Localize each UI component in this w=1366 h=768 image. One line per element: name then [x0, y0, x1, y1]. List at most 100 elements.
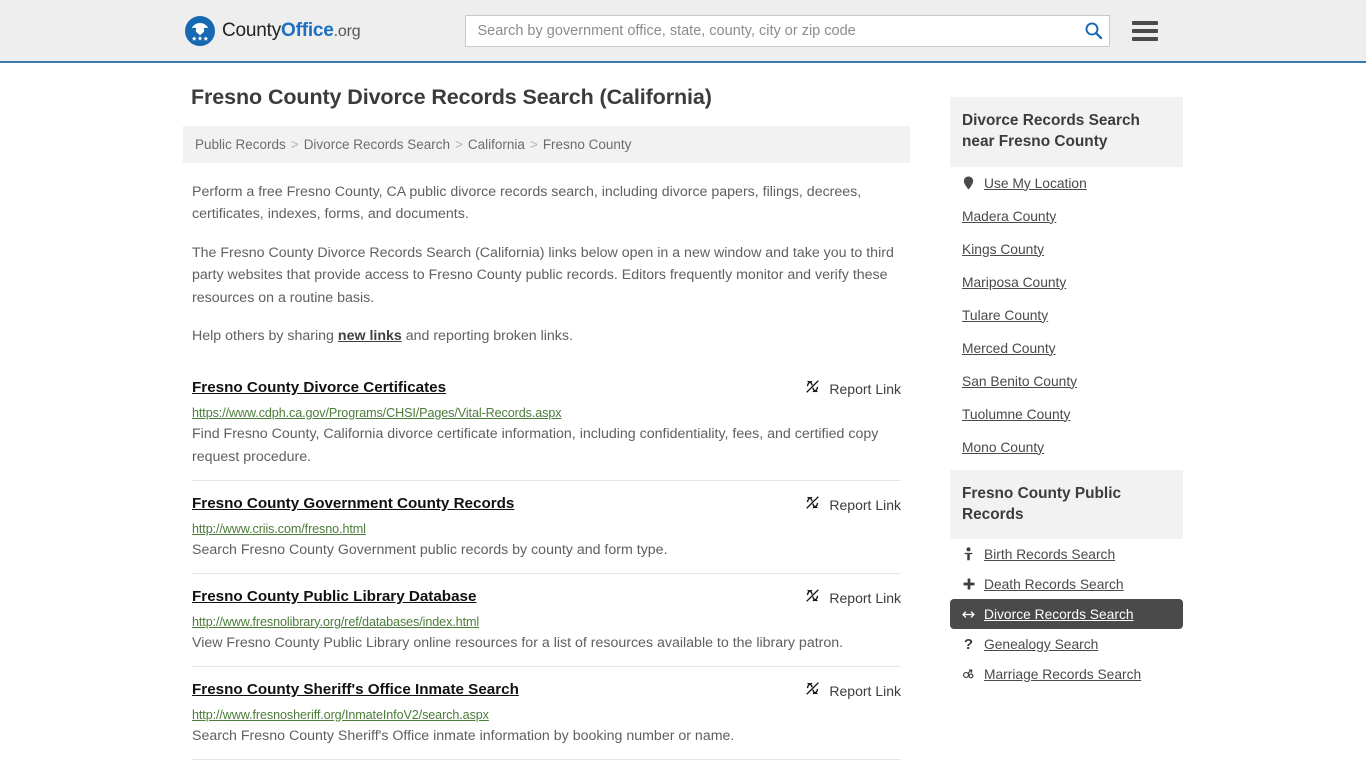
result-url-link[interactable]: http://www.fresnosheriff.org/InmateInfoV…: [192, 708, 901, 722]
cross-icon: [962, 578, 975, 590]
broken-link-icon: [805, 495, 820, 515]
breadcrumb-item-california[interactable]: California: [468, 137, 525, 152]
hamburger-menu-icon[interactable]: [1132, 20, 1159, 41]
left-right-arrow-icon: [962, 609, 975, 620]
breadcrumb-separator: >: [290, 137, 299, 152]
baby-icon: [962, 547, 975, 561]
report-link-button[interactable]: Report Link: [805, 378, 901, 399]
breadcrumb-item-public-records[interactable]: Public Records: [195, 137, 286, 152]
report-link-label: Report Link: [829, 380, 901, 397]
result-title-link[interactable]: Fresno County Divorce Certificates: [192, 378, 446, 397]
sidebar-record-item-divorce-records-search[interactable]: Divorce Records Search: [950, 599, 1183, 629]
logo-wordmark: CountyOffice.org: [222, 19, 361, 42]
question-mark-icon: ?: [963, 635, 974, 653]
sidebar-nearby-item-label[interactable]: Use My Location: [984, 176, 1087, 191]
breadcrumb-separator: >: [455, 137, 463, 152]
sidebar-record-item-marriage-records-search[interactable]: Marriage Records Search: [950, 659, 1183, 689]
page-body: Fresno County Divorce Records Search (Ca…: [183, 63, 1183, 768]
logo-word-office: Office: [281, 19, 334, 41]
sidebar-record-item-label[interactable]: Divorce Records Search: [984, 607, 1134, 622]
sidebar-nearby-item-use-my-location[interactable]: Use My Location: [950, 167, 1183, 200]
sidebar-nearby-item-label[interactable]: Mariposa County: [962, 275, 1066, 290]
public-records-list: Birth Records Search Death Records Search…: [950, 539, 1183, 689]
breadcrumb-separator: >: [529, 137, 538, 152]
map-pin-icon: [962, 176, 975, 190]
search-button[interactable]: [1078, 17, 1108, 45]
search-input[interactable]: [465, 14, 1111, 47]
breadcrumb-item-divorce-records-search[interactable]: Divorce Records Search: [304, 137, 450, 152]
site-logo[interactable]: CountyOffice.org: [185, 15, 361, 46]
report-link-label: Report Link: [829, 589, 901, 606]
intro-paragraph-2: The Fresno County Divorce Records Search…: [192, 244, 894, 306]
report-link-label: Report Link: [829, 496, 901, 513]
main-content: Fresno County Divorce Records Search (Ca…: [183, 85, 910, 768]
logo-word-county: County: [222, 19, 282, 41]
sidebar-nearby-item-label[interactable]: Mono County: [962, 440, 1044, 455]
sidebar-nearby-item-label[interactable]: San Benito County: [962, 374, 1077, 389]
sidebar-nearby-item-label[interactable]: Merced County: [962, 341, 1056, 356]
sidebar-record-item-label[interactable]: Marriage Records Search: [984, 667, 1141, 682]
breadcrumb: Public Records > Divorce Records Search > Ca…: [183, 126, 910, 163]
intro-p3-after: and reporting broken links.: [401, 328, 573, 345]
sidebar-nearby-item-mariposa-county[interactable]: Mariposa County: [950, 266, 1183, 299]
new-links-link[interactable]: new links: [338, 328, 402, 344]
result-title-link[interactable]: Fresno County Sheriff's Office Inmate Se…: [192, 680, 519, 699]
sidebar-nearby-item-tuolumne-county[interactable]: Tuolumne County: [950, 398, 1183, 431]
broken-link-icon: [805, 588, 820, 608]
sidebar-nearby-item-tulare-county[interactable]: Tulare County: [950, 299, 1183, 332]
report-link-label: Report Link: [829, 682, 901, 699]
search-result-item: Fresno County Sheriff's Office Inmate Se…: [192, 665, 901, 759]
result-description: Search Fresno County Government public r…: [192, 541, 668, 558]
nearby-counties-list: Use My Location Madera County Kings County…: [950, 167, 1183, 464]
sidebar-heading-nearby: Divorce Records Search near Fresno Count…: [950, 97, 1183, 167]
search-result-item: Fresno County Divorce Certificates Report…: [192, 374, 901, 480]
sidebar-nearby-item-merced-county[interactable]: Merced County: [950, 332, 1183, 365]
intro-paragraph-3: Help others by sharing new links and rep…: [192, 325, 901, 347]
report-link-button[interactable]: Report Link: [805, 494, 901, 515]
hamburger-bar: [1132, 20, 1159, 25]
eagle-seal-icon: [185, 15, 215, 46]
sidebar-nearby-item-kings-county[interactable]: Kings County: [950, 233, 1183, 266]
hamburger-bar: [1132, 28, 1159, 33]
search-results-list: Fresno County Divorce Certificates Report…: [183, 374, 910, 768]
search-result-item: Fresno County Sheriff's Office Police Pr…: [192, 758, 901, 768]
result-header: Fresno County Divorce Certificates Report…: [192, 378, 901, 399]
result-description: Find Fresno County, California divorce c…: [192, 425, 879, 465]
sidebar-nearby-item-madera-county[interactable]: Madera County: [950, 200, 1183, 233]
sidebar-heading-public-records: Fresno County Public Records: [950, 469, 1183, 539]
result-header: Fresno County Sheriff's Office Inmate Se…: [192, 680, 901, 701]
sidebar-record-item-label[interactable]: Genealogy Search: [984, 637, 1098, 652]
sidebar: Divorce Records Search near Fresno Count…: [950, 85, 1183, 695]
sidebar-nearby-item-san-benito-county[interactable]: San Benito County: [950, 365, 1183, 398]
result-title-link[interactable]: Fresno County Government County Records: [192, 494, 514, 513]
site-header: CountyOffice.org: [0, 0, 1366, 63]
search-bar: [465, 14, 1111, 47]
sidebar-nearby-item-label[interactable]: Kings County: [962, 242, 1044, 257]
search-result-item: Fresno County Government County Records R…: [192, 479, 901, 573]
sidebar-nearby-item-mono-county[interactable]: Mono County: [950, 431, 1183, 464]
result-header: Fresno County Government County Records R…: [192, 494, 901, 515]
result-url-link[interactable]: http://www.criis.com/fresno.html: [192, 522, 901, 536]
sidebar-nearby-item-label[interactable]: Tuolumne County: [962, 407, 1070, 422]
intro-text: Perform a free Fresno County, CA public …: [183, 181, 910, 348]
search-result-item: Fresno County Public Library Database Rep…: [192, 572, 901, 666]
logo-word-domain: .org: [333, 22, 361, 40]
report-link-button[interactable]: Report Link: [805, 587, 901, 608]
result-url-link[interactable]: http://www.fresnolibrary.org/ref/databas…: [192, 615, 901, 629]
result-description: Search Fresno County Sheriff's Office in…: [192, 727, 735, 744]
sidebar-record-item-death-records-search[interactable]: Death Records Search: [950, 569, 1183, 599]
intro-p3-before: Help others by sharing: [192, 328, 338, 345]
sidebar-section-nearby: Divorce Records Search near Fresno Count…: [950, 97, 1183, 464]
breadcrumb-item-fresno-county[interactable]: Fresno County: [543, 137, 632, 152]
broken-link-icon: [805, 379, 820, 399]
sidebar-record-item-genealogy-search[interactable]: ? Genealogy Search: [950, 629, 1183, 659]
result-url-link[interactable]: https://www.cdph.ca.gov/Programs/CHSI/Pa…: [192, 406, 901, 420]
sidebar-record-item-label[interactable]: Death Records Search: [984, 577, 1124, 592]
report-link-button[interactable]: Report Link: [805, 680, 901, 701]
result-title-link[interactable]: Fresno County Public Library Database: [192, 587, 476, 606]
sidebar-record-item-label[interactable]: Birth Records Search: [984, 547, 1115, 562]
sidebar-nearby-item-label[interactable]: Tulare County: [962, 308, 1048, 323]
page-title: Fresno County Divorce Records Search (Ca…: [191, 85, 712, 109]
sidebar-record-item-birth-records-search[interactable]: Birth Records Search: [950, 539, 1183, 569]
sidebar-nearby-item-label[interactable]: Madera County: [962, 209, 1056, 224]
